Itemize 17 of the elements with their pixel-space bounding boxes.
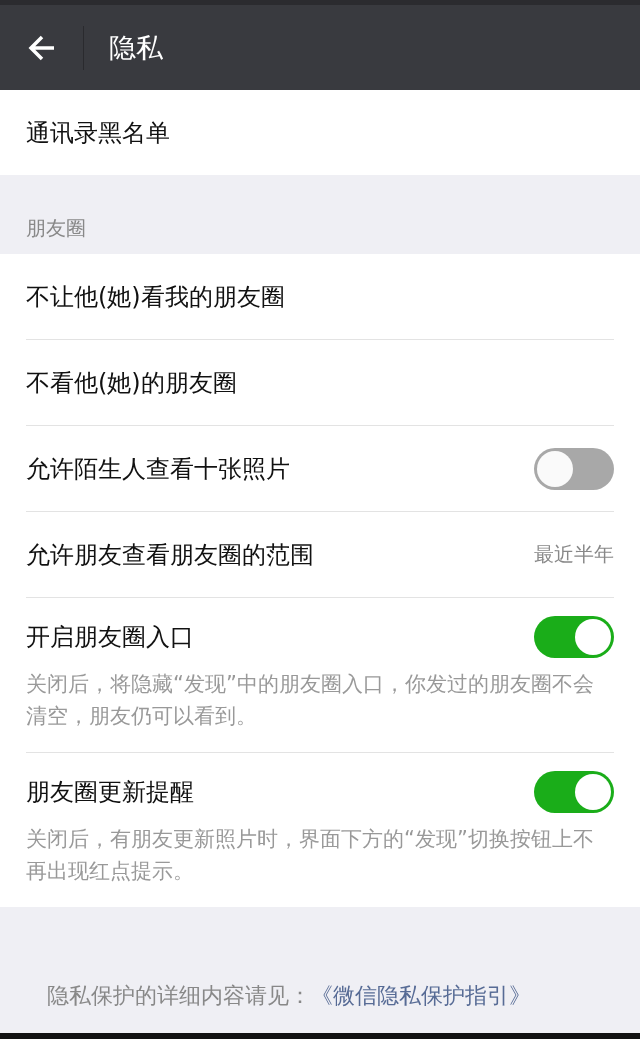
toggle-switch[interactable] [534,771,614,813]
list-item[interactable]: 通讯录黑名单 [0,90,640,175]
privacy-link[interactable]: 《微信隐私保护指引》 [311,981,531,1011]
toggle-switch[interactable] [534,447,614,490]
description-text: 关闭后，有朋友更新照片时，界面下方的“发现”切换按钮上不再出现红点提示。 [26,826,595,885]
list-item[interactable]: 开启朋友圈入口 [26,598,614,668]
description-text: 关闭后，将隐藏“发现”中的朋友圈入口，你发过的朋友圈不会清空，朋友仍可以看到。 [26,671,595,730]
list-item[interactable]: 朋友圈更新提醒 [26,753,614,823]
toggle-switch[interactable] [534,616,614,658]
page-title: 隐私 [109,30,163,65]
setting-value: 最近半年 [534,541,614,568]
list-item[interactable]: 允许朋友查看朋友圈的范围 最近半年 [26,512,614,597]
list-item[interactable]: 不看他(她)的朋友圈 [26,340,614,425]
section-title: 朋友圈 [25,215,87,242]
list-item[interactable]: 不让他(她)看我的朋友圈 [26,254,614,339]
footer-text: 隐私保护的详细内容请见： [47,982,311,1010]
list-item[interactable]: 允许陌生人查看十张照片 [26,426,614,511]
